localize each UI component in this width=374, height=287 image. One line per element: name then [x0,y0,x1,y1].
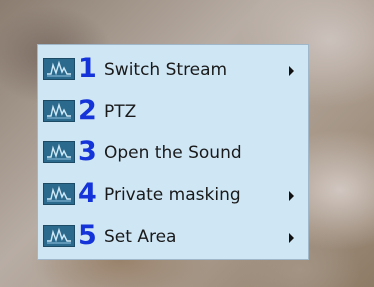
menu-item-number: 2 [78,95,97,126]
menu-item-number: 3 [78,136,97,167]
menu-item-open-the-sound[interactable]: 3 Open the Sound [38,132,308,174]
menu-item-private-masking[interactable]: 4 Private masking [38,174,308,216]
menu-item-label: Set Area [104,227,177,247]
submenu-arrow-icon [289,191,294,201]
menu-item-number: 4 [78,178,97,209]
menu-item-switch-stream[interactable]: 1 Switch Stream [38,49,308,91]
menu-item-number: 5 [78,220,97,251]
submenu-arrow-icon [289,66,294,76]
waveform-icon [43,183,75,205]
context-menu: 1 Switch Stream 2 PTZ 3 Open the Sound 4… [37,44,309,260]
menu-item-label: Switch Stream [104,60,228,80]
menu-item-number: 1 [78,53,97,84]
waveform-icon [43,225,75,247]
waveform-icon [43,141,75,163]
menu-item-ptz[interactable]: 2 PTZ [38,91,308,132]
waveform-icon [43,100,75,122]
menu-item-label: PTZ [104,102,137,122]
menu-item-set-area[interactable]: 5 Set Area [38,216,308,258]
submenu-arrow-icon [289,233,294,243]
waveform-icon [43,58,75,80]
menu-item-label: Open the Sound [104,143,242,163]
menu-item-label: Private masking [104,185,241,205]
